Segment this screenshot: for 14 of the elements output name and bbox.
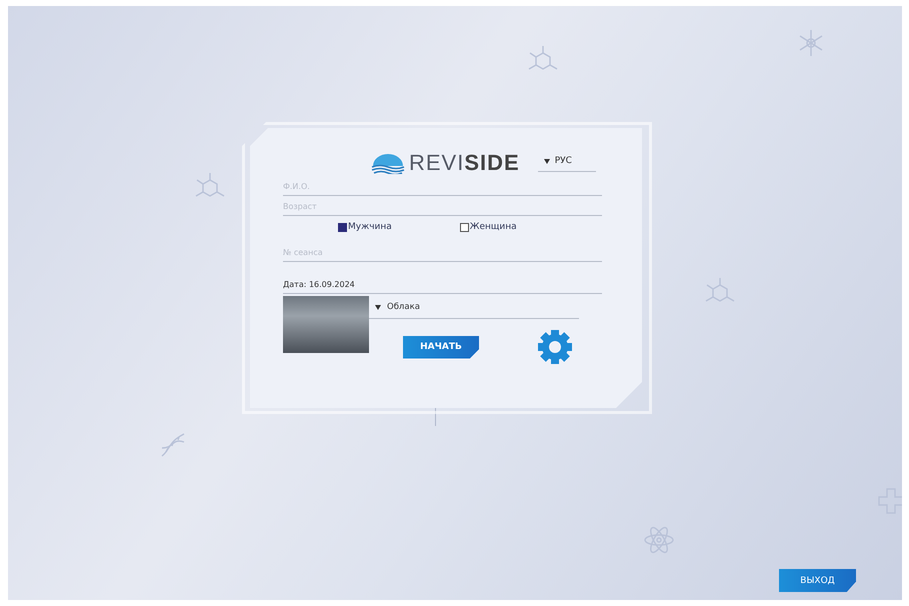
start-button[interactable]: НАЧАТЬ (403, 336, 479, 358)
scene-dropdown[interactable]: Облака (369, 296, 579, 319)
checkbox-label: Мужчина (348, 222, 392, 232)
logo-icon (371, 152, 405, 174)
exit-button[interactable]: ВЫХОД (779, 569, 856, 592)
checkbox[interactable] (460, 222, 469, 232)
checkbox-label: Женщина (470, 222, 517, 232)
checkbox[interactable] (338, 222, 347, 232)
settings-icon[interactable] (537, 329, 573, 365)
date-label: Дата: 16.09.2024 (283, 280, 602, 294)
dropdown-triangle-icon (375, 304, 381, 310)
logo-text: REVISIDE (409, 150, 520, 176)
dropdown-triangle-icon (544, 158, 550, 164)
language-dropdown[interactable]: РУС (538, 154, 596, 172)
